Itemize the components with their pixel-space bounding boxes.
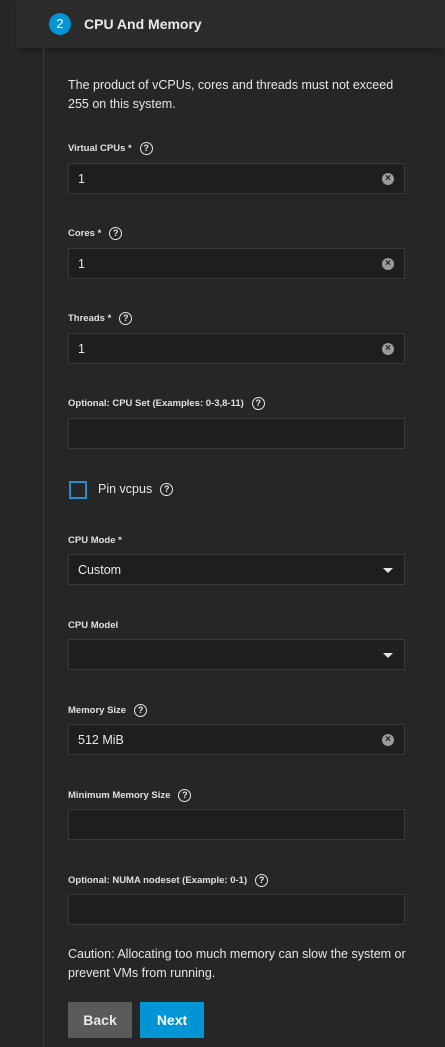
clear-icon[interactable]: × — [382, 734, 394, 746]
min-memory-size-label: Minimum Memory Size ? — [68, 787, 192, 803]
cpu-mode-select[interactable]: Custom — [68, 554, 405, 585]
pin-vcpus-checkbox[interactable] — [69, 481, 87, 499]
cpu-mode-label-text: CPU Mode * — [68, 534, 122, 546]
min-memory-size-label-text: Minimum Memory Size — [68, 789, 171, 801]
step-content: The product of vCPUs, cores and threads … — [0, 0, 445, 1047]
next-button[interactable]: Next — [140, 1002, 204, 1038]
vcpus-value: 1 — [78, 172, 85, 186]
cpu-mode-value: Custom — [78, 563, 122, 577]
back-button[interactable]: Back — [68, 1002, 132, 1038]
memory-size-label: Memory Size ? — [68, 702, 148, 718]
numa-nodeset-input[interactable] — [68, 894, 405, 925]
help-icon[interactable]: ? — [255, 873, 269, 887]
vcpus-label: Virtual CPUs * ? — [68, 140, 153, 156]
threads-value: 1 — [78, 342, 85, 356]
numa-nodeset-label-text: Optional: NUMA nodeset (Example: 0-1) — [68, 874, 248, 886]
chevron-down-icon[interactable] — [383, 653, 393, 658]
memory-size-input[interactable]: 512 MiB × — [68, 724, 405, 755]
cpu-model-label-text: CPU Model — [68, 619, 119, 631]
memory-size-value: 512 MiB — [78, 733, 124, 747]
help-icon[interactable]: ? — [134, 703, 148, 717]
threads-label: Threads * ? — [68, 310, 133, 326]
pin-vcpus-label-text: Pin vcpus — [98, 482, 153, 496]
help-icon[interactable]: ? — [109, 226, 123, 240]
help-icon[interactable]: ? — [119, 311, 133, 325]
help-icon[interactable]: ? — [251, 396, 265, 410]
cpu-set-label-text: Optional: CPU Set (Examples: 0-3,8-11) — [68, 397, 244, 409]
clear-icon[interactable]: × — [382, 173, 394, 185]
pin-vcpus-label[interactable]: Pin vcpus ? — [98, 481, 174, 497]
chevron-down-icon[interactable] — [383, 568, 393, 573]
cpu-mode-label: CPU Mode * — [68, 532, 122, 548]
cpu-model-select[interactable] — [68, 639, 405, 670]
memory-size-label-text: Memory Size — [68, 704, 127, 716]
cores-label: Cores * ? — [68, 225, 123, 241]
threads-input[interactable]: 1 × — [68, 333, 405, 364]
threads-label-text: Threads * — [68, 312, 112, 324]
memory-caution-note: Caution: Allocating too much memory can … — [68, 947, 406, 980]
numa-nodeset-label: Optional: NUMA nodeset (Example: 0-1) ? — [68, 872, 269, 888]
help-icon[interactable]: ? — [178, 788, 192, 802]
cores-value: 1 — [78, 257, 85, 271]
help-icon[interactable]: ? — [160, 482, 174, 496]
vcpus-label-text: Virtual CPUs * — [68, 142, 132, 154]
cores-input[interactable]: 1 × — [68, 248, 405, 279]
cpu-set-label: Optional: CPU Set (Examples: 0-3,8-11) ? — [68, 395, 265, 411]
cores-label-text: Cores * — [68, 227, 102, 239]
cpu-model-label: CPU Model — [68, 617, 118, 633]
clear-icon[interactable]: × — [382, 343, 394, 355]
help-icon[interactable]: ? — [139, 141, 153, 155]
vcpus-input[interactable]: 1 × — [68, 163, 405, 194]
cpu-set-input[interactable] — [68, 418, 405, 449]
min-memory-size-input[interactable] — [68, 809, 405, 840]
clear-icon[interactable]: × — [382, 258, 394, 270]
vcpu-limit-note: The product of vCPUs, cores and threads … — [68, 78, 394, 111]
